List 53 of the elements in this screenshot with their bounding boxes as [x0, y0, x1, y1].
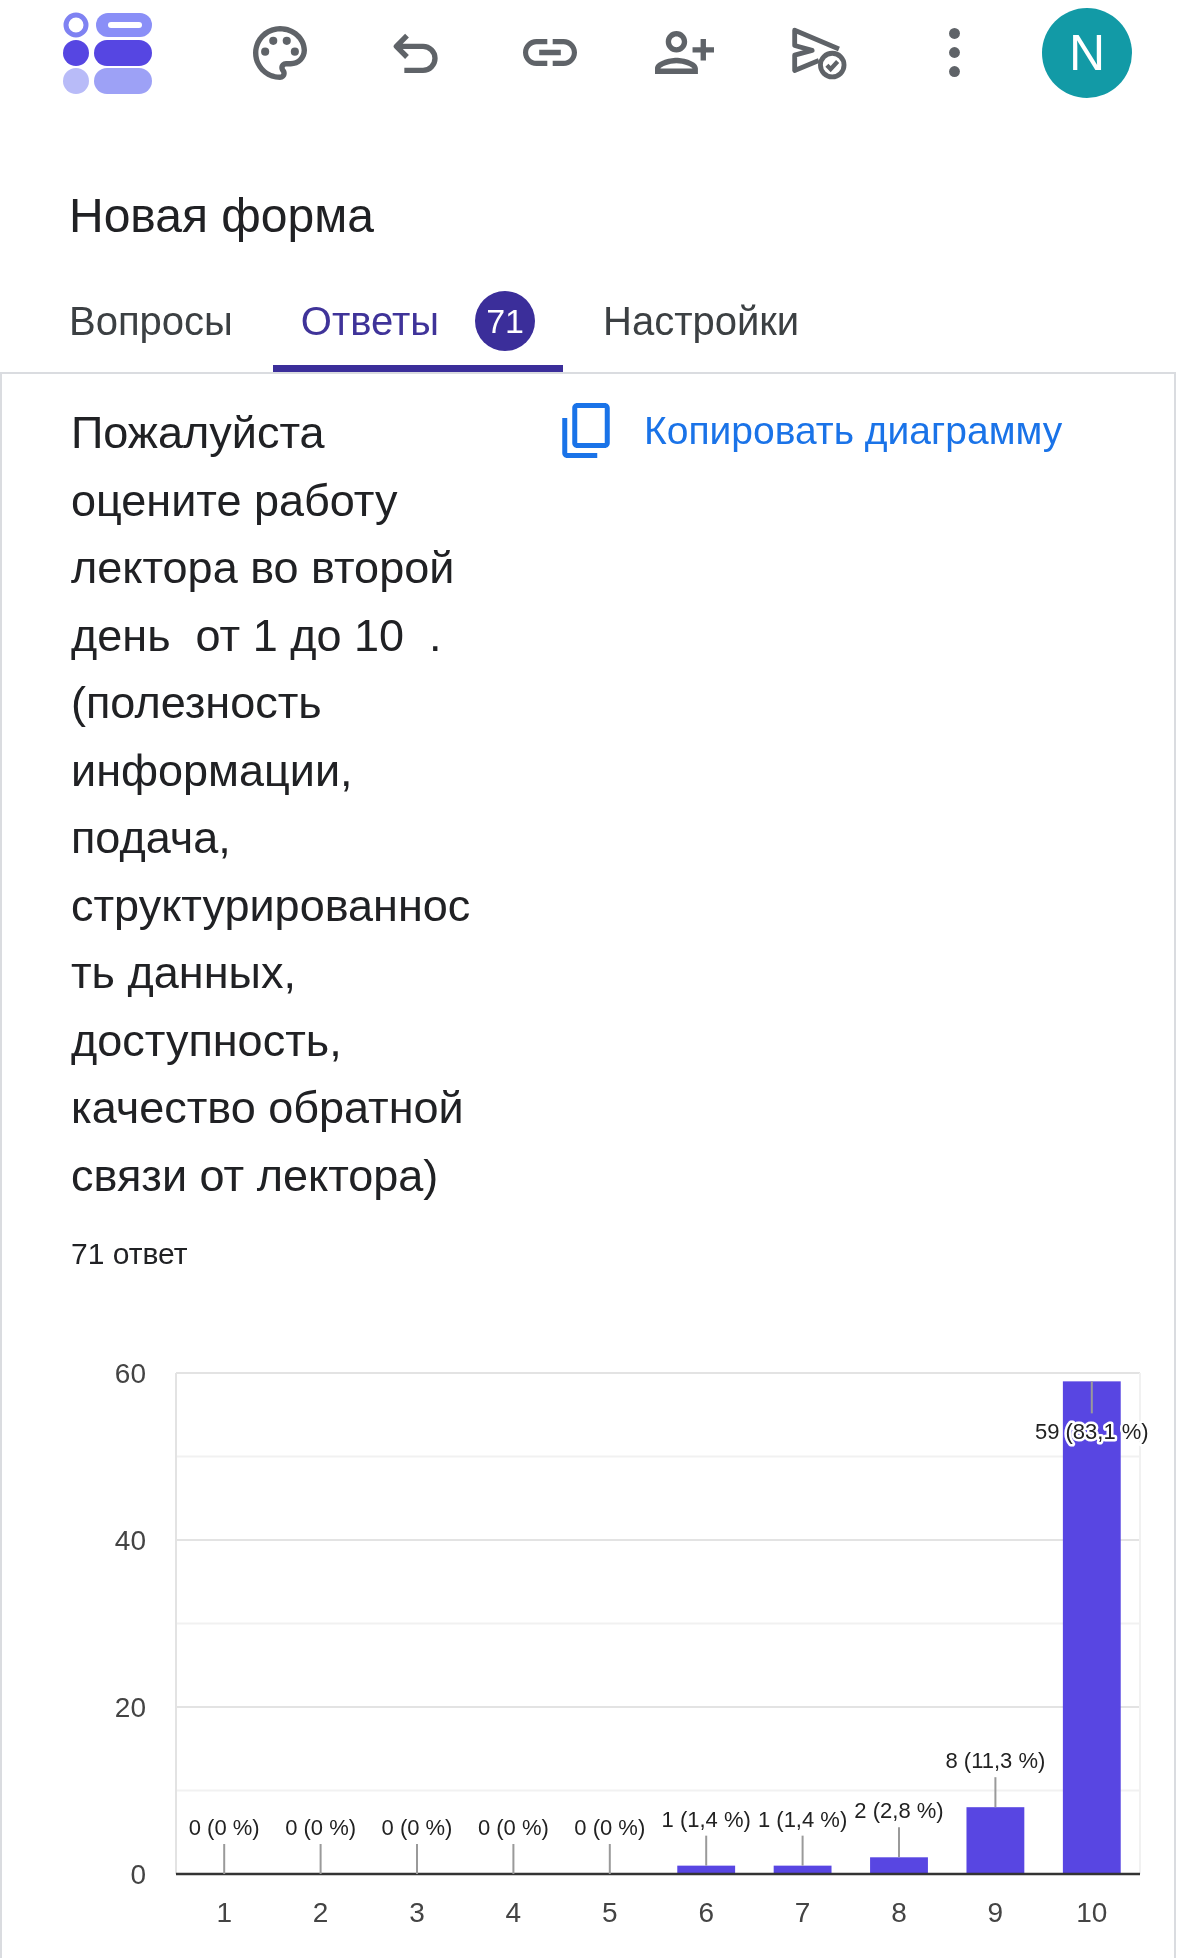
- palette-icon[interactable]: [252, 25, 307, 80]
- leader-line: [608, 1843, 611, 1875]
- more-icon[interactable]: [949, 28, 960, 77]
- axis-label: 9: [987, 1897, 1004, 1928]
- data-label: 1 (1,4 %): [661, 1806, 751, 1832]
- data-label: 0 (0 %): [574, 1815, 646, 1840]
- axis-label: 10: [1076, 1897, 1108, 1928]
- axis-label: 2: [312, 1897, 329, 1928]
- axis-label: 1: [216, 1897, 232, 1928]
- bar: [773, 1865, 832, 1874]
- leader-line: [1090, 1380, 1093, 1415]
- tab[interactable]: Настройки: [575, 280, 828, 372]
- axis-label: 6: [698, 1897, 714, 1928]
- leader-line: [705, 1834, 708, 1867]
- axis-label: 8: [891, 1897, 907, 1928]
- tab[interactable]: Вопросы: [41, 280, 261, 372]
- axis-label: 0: [130, 1859, 146, 1890]
- axis-label: 5: [602, 1897, 618, 1928]
- data-label: 59 (83,1 %): [1034, 1419, 1149, 1445]
- bar: [966, 1807, 1025, 1874]
- leader-line: [223, 1843, 226, 1875]
- axis-label: 60: [114, 1358, 146, 1389]
- leader-line: [801, 1834, 804, 1867]
- question-text: Пожалуйста оцените работу лектора во второй день от 1 до 10 . (полезность информации, подача, структурированность данных, доступность, качество обратной связи от лектора): [71, 406, 472, 1203]
- count-badge: 71: [475, 291, 536, 351]
- data-label: 0 (0 %): [477, 1815, 549, 1840]
- leader-line: [319, 1843, 322, 1875]
- copy-chart-button[interactable]: Копировать диаграмму: [562, 403, 1063, 458]
- data-label: 1 (1,4 %): [757, 1806, 848, 1832]
- data-label: 8 (11,3 %): [945, 1748, 1046, 1774]
- bar: [677, 1865, 736, 1874]
- axis-label: 40: [114, 1525, 146, 1556]
- link-icon[interactable]: [522, 39, 577, 66]
- axis-label: 4: [505, 1897, 522, 1928]
- axis-label: 3: [409, 1897, 425, 1928]
- form-title: Новая форма: [69, 188, 374, 244]
- data-label: 2 (2,8 %): [854, 1798, 944, 1824]
- leader-line: [512, 1843, 515, 1875]
- data-label: 0 (0 %): [188, 1815, 260, 1840]
- tab[interactable]: Ответы 71: [272, 280, 564, 372]
- copy-icon: [562, 403, 610, 458]
- leader-line: [994, 1776, 997, 1809]
- undo-icon[interactable]: [391, 32, 438, 73]
- response-count: 71 ответ: [71, 1236, 188, 1272]
- send-check-icon[interactable]: [792, 25, 847, 80]
- axis-label: 20: [114, 1692, 146, 1723]
- app-logo[interactable]: [62, 11, 152, 94]
- add-person-icon[interactable]: [655, 31, 714, 74]
- leader-line: [416, 1843, 418, 1875]
- data-label: 0 (0 %): [381, 1815, 453, 1840]
- leader-line: [898, 1826, 900, 1859]
- axis-label: 7: [794, 1897, 811, 1928]
- data-label: 0 (0 %): [285, 1815, 357, 1840]
